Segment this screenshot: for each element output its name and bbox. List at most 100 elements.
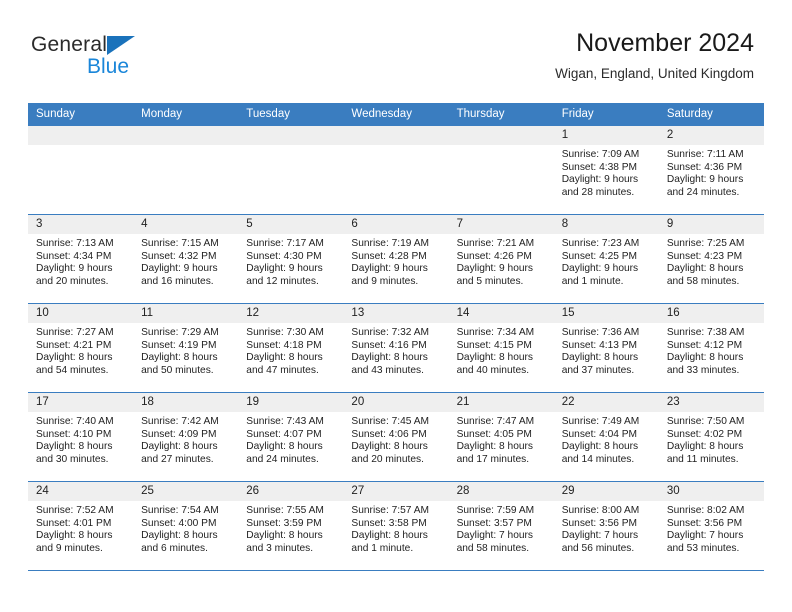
day-cell[interactable] [343,126,449,214]
day-cell[interactable]: 7 Sunrise: 7:21 AM Sunset: 4:26 PM Dayli… [448,215,554,303]
day-cell[interactable]: 23 Sunrise: 7:50 AM Sunset: 4:02 PM Dayl… [658,393,764,481]
day-number-band: 27 [343,482,449,501]
day-cell[interactable]: 27 Sunrise: 7:57 AM Sunset: 3:58 PM Dayl… [343,482,449,570]
day-cell[interactable]: 28 Sunrise: 7:59 AM Sunset: 3:57 PM Dayl… [448,482,554,570]
day-number: 9 [666,218,674,230]
day-details: Sunrise: 7:23 AM Sunset: 4:25 PM Dayligh… [554,234,659,288]
daylight-text-line1: Daylight: 8 hours [351,441,428,453]
sunrise-text: Sunrise: 7:13 AM [36,238,114,249]
day-cell[interactable]: 29 Sunrise: 8:00 AM Sunset: 3:56 PM Dayl… [553,482,659,570]
day-details: Sunrise: 7:45 AM Sunset: 4:06 PM Dayligh… [343,412,448,466]
daylight-text-line2: and 5 minutes. [456,275,524,287]
day-cell[interactable] [448,126,554,214]
day-number: 8 [561,218,569,230]
daylight-text-line2: and 54 minutes. [36,364,109,376]
day-number-band [133,126,239,145]
daylight-text-line2: and 40 minutes. [456,364,530,376]
day-cell[interactable]: 16 Sunrise: 7:38 AM Sunset: 4:12 PM Dayl… [658,304,764,392]
day-cell[interactable]: 15 Sunrise: 7:36 AM Sunset: 4:13 PM Dayl… [553,304,659,392]
day-cell[interactable]: 14 Sunrise: 7:34 AM Sunset: 4:15 PM Dayl… [448,304,554,392]
day-number-band: 17 [28,393,134,412]
day-details: Sunrise: 7:38 AM Sunset: 4:12 PM Dayligh… [659,323,764,377]
day-cell[interactable]: 9 Sunrise: 7:25 AM Sunset: 4:23 PM Dayli… [658,215,764,303]
sunrise-text: Sunrise: 7:50 AM [666,416,745,427]
day-number-band [238,126,344,145]
daylight-text-line1: Daylight: 8 hours [666,441,744,453]
sunrise-text: Sunrise: 7:45 AM [351,416,430,427]
day-details: Sunrise: 7:09 AM Sunset: 4:38 PM Dayligh… [554,145,659,199]
daylight-text-line1: Daylight: 9 hours [561,263,639,275]
sunrise-text: Sunrise: 7:52 AM [36,505,114,516]
day-cell[interactable]: 30 Sunrise: 8:02 AM Sunset: 3:56 PM Dayl… [658,482,764,570]
daylight-text-line2: and 58 minutes. [456,542,530,554]
day-cell[interactable] [28,126,134,214]
daylight-text-line1: Daylight: 9 hours [141,263,218,275]
calendar-grid: Sunday Monday Tuesday Wednesday Thursday… [28,103,764,571]
logo-text-general: General [31,33,108,56]
day-number: 24 [36,485,49,497]
day-cell[interactable]: 12 Sunrise: 7:30 AM Sunset: 4:18 PM Dayl… [238,304,344,392]
sunset-text: Sunset: 4:00 PM [141,517,217,529]
day-cell[interactable]: 22 Sunrise: 7:49 AM Sunset: 4:04 PM Dayl… [553,393,659,481]
day-cell[interactable] [133,126,239,214]
sunset-text: Sunset: 4:05 PM [456,428,532,440]
sunset-text: Sunset: 4:30 PM [246,250,322,262]
day-cell[interactable]: 6 Sunrise: 7:19 AM Sunset: 4:28 PM Dayli… [343,215,449,303]
day-cell[interactable]: 26 Sunrise: 7:55 AM Sunset: 3:59 PM Dayl… [238,482,344,570]
daylight-text-line1: Daylight: 7 hours [456,530,534,542]
day-cell[interactable]: 21 Sunrise: 7:47 AM Sunset: 4:05 PM Dayl… [448,393,554,481]
day-details: Sunrise: 7:40 AM Sunset: 4:10 PM Dayligh… [28,412,133,466]
daylight-text-line2: and 11 minutes. [666,453,739,465]
day-cell[interactable]: 1 Sunrise: 7:09 AM Sunset: 4:38 PM Dayli… [553,126,659,214]
day-number-band: 20 [343,393,449,412]
daylight-text-line2: and 3 minutes. [246,542,314,554]
daylight-text-line2: and 17 minutes. [456,453,530,465]
day-number-band: 10 [28,304,134,323]
day-cell[interactable]: 2 Sunrise: 7:11 AM Sunset: 4:36 PM Dayli… [658,126,764,214]
page-header: General Blue November 2024 Wigan, Englan… [0,0,792,103]
day-cell[interactable]: 25 Sunrise: 7:54 AM Sunset: 4:00 PM Dayl… [133,482,239,570]
daylight-text-line2: and 14 minutes. [561,453,635,465]
day-cell[interactable]: 10 Sunrise: 7:27 AM Sunset: 4:21 PM Dayl… [28,304,134,392]
day-details: Sunrise: 7:49 AM Sunset: 4:04 PM Dayligh… [554,412,659,466]
weekday-header-monday: Monday [141,108,183,120]
day-number: 6 [351,218,358,230]
day-cell[interactable]: 20 Sunrise: 7:45 AM Sunset: 4:06 PM Dayl… [343,393,449,481]
day-cell[interactable]: 13 Sunrise: 7:32 AM Sunset: 4:16 PM Dayl… [343,304,449,392]
day-number-band: 29 [553,482,659,501]
day-number: 14 [456,307,470,319]
day-cell[interactable]: 3 Sunrise: 7:13 AM Sunset: 4:34 PM Dayli… [28,215,134,303]
day-number-band: 14 [448,304,554,323]
daylight-text-line2: and 1 minute. [561,275,624,287]
daylight-text-line1: Daylight: 8 hours [246,530,323,542]
day-cell[interactable]: 4 Sunrise: 7:15 AM Sunset: 4:32 PM Dayli… [133,215,239,303]
day-cell[interactable]: 24 Sunrise: 7:52 AM Sunset: 4:01 PM Dayl… [28,482,134,570]
daylight-text-line2: and 28 minutes. [561,186,635,198]
daylight-text-line2: and 16 minutes. [141,275,214,287]
day-cell[interactable]: 17 Sunrise: 7:40 AM Sunset: 4:10 PM Dayl… [28,393,134,481]
day-details: Sunrise: 7:43 AM Sunset: 4:07 PM Dayligh… [238,412,343,466]
day-number: 19 [246,396,260,408]
general-blue-logo[interactable]: General Blue [31,33,261,81]
sunrise-text: Sunrise: 7:19 AM [351,238,430,249]
day-number: 3 [36,218,43,230]
day-cell[interactable]: 19 Sunrise: 7:43 AM Sunset: 4:07 PM Dayl… [238,393,344,481]
daylight-text-line1: Daylight: 8 hours [456,352,534,364]
day-cell[interactable]: 11 Sunrise: 7:29 AM Sunset: 4:19 PM Dayl… [133,304,239,392]
day-number: 23 [666,396,680,408]
day-cell[interactable]: 18 Sunrise: 7:42 AM Sunset: 4:09 PM Dayl… [133,393,239,481]
sunrise-text: Sunrise: 7:55 AM [246,505,324,516]
daylight-text-line1: Daylight: 8 hours [666,263,744,275]
sunrise-text: Sunrise: 7:59 AM [456,505,535,516]
day-cell[interactable]: 8 Sunrise: 7:23 AM Sunset: 4:25 PM Dayli… [553,215,659,303]
sunset-text: Sunset: 4:28 PM [351,250,427,262]
day-number-band: 23 [658,393,764,412]
day-number-band [28,126,134,145]
sunset-text: Sunset: 4:21 PM [36,339,112,351]
day-cell[interactable]: 5 Sunrise: 7:17 AM Sunset: 4:30 PM Dayli… [238,215,344,303]
daylight-text-line2: and 20 minutes. [351,453,424,465]
day-cell[interactable] [238,126,344,214]
sunset-text: Sunset: 4:32 PM [141,250,217,262]
daylight-text-line2: and 33 minutes. [666,364,740,376]
sunset-text: Sunset: 4:04 PM [561,428,638,440]
